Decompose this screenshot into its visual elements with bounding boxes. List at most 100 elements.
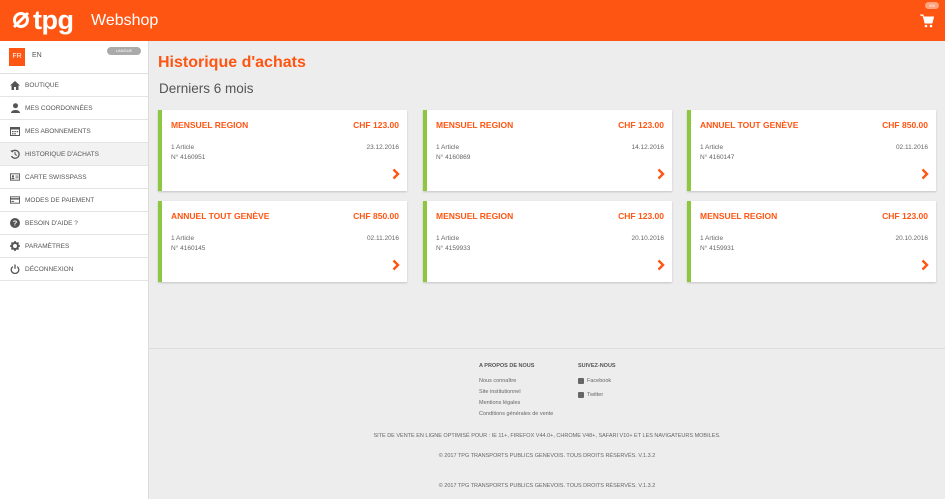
order-name: MENSUEL REGION: [171, 120, 249, 130]
order-number: N° 4159933: [436, 245, 471, 252]
cart-badge: 0%: [925, 2, 939, 9]
power-icon: [10, 264, 20, 274]
footer-link[interactable]: Conditions générales de vente: [479, 409, 553, 420]
order-article-count: 1 Article: [700, 144, 724, 151]
gear-icon: [10, 241, 20, 251]
footer-link[interactable]: Mentions légales: [479, 398, 553, 409]
twitter-label: Twitter: [587, 392, 604, 398]
order-price: CHF 850.00: [353, 211, 399, 221]
language-label-badge: LANGUE: [107, 47, 141, 55]
chevron-right-icon[interactable]: [921, 259, 929, 271]
sidebar-item-label: MES COORDONNÉES: [25, 104, 93, 112]
order-price: CHF 123.00: [618, 211, 664, 221]
order-date: 02.11.2016: [366, 235, 399, 242]
order-price: CHF 123.00: [882, 211, 928, 221]
order-date: 20.10.2016: [895, 235, 928, 242]
order-card[interactable]: MENSUEL REGION CHF 123.00 1 Article 20.1…: [687, 201, 936, 282]
order-name: ANNUEL TOUT GENÈVE: [171, 211, 270, 221]
order-date: 20.10.2016: [631, 235, 664, 242]
help-icon: ?: [10, 218, 20, 228]
order-number: N° 4160951: [171, 154, 206, 161]
app-title: Webshop: [91, 12, 159, 29]
order-card[interactable]: ANNUEL TOUT GENÈVE CHF 850.00 1 Article …: [158, 201, 407, 282]
sidebar-nav: BOUTIQUE MES COORDONNÉES MES ABONNEMENTS…: [0, 74, 148, 281]
calendar-icon: [10, 126, 20, 136]
chevron-right-icon[interactable]: [921, 168, 929, 180]
order-number: N° 4160869: [436, 154, 471, 161]
sidebar-item-label: BOUTIQUE: [25, 81, 59, 89]
chevron-right-icon[interactable]: [657, 168, 665, 180]
sidebar-item-paiement[interactable]: MODES DE PAIEMENT: [0, 189, 148, 212]
footer-link[interactable]: Nous connaître: [479, 376, 553, 387]
tpg-logo[interactable]: tpg: [12, 5, 74, 35]
order-name: MENSUEL REGION: [436, 211, 514, 221]
copyright-text-bottom: © 2017 TPG TRANSPORTS PUBLICS GENEVOIS. …: [438, 483, 656, 489]
sidebar-item-aide[interactable]: ? BESOIN D'AIDE ?: [0, 212, 148, 235]
order-article-count: 1 Article: [700, 235, 724, 242]
order-article-count: 1 Article: [171, 144, 195, 151]
sidebar-item-label: PARAMÈTRES: [25, 242, 70, 250]
order-price: CHF 123.00: [618, 120, 664, 130]
twitter-icon: [578, 392, 584, 398]
order-card[interactable]: MENSUEL REGION CHF 123.00 1 Article 23.1…: [158, 110, 407, 191]
chevron-right-icon[interactable]: [657, 259, 665, 271]
sidebar-item-label: HISTORIQUE D'ACHATS: [25, 150, 99, 158]
sidebar-item-coordonnees[interactable]: MES COORDONNÉES: [0, 97, 148, 120]
sidebar-item-abonnements[interactable]: MES ABONNEMENTS: [0, 120, 148, 143]
section-title: Derniers 6 mois: [159, 81, 254, 96]
id-card-icon: [10, 172, 20, 182]
sidebar-item-parametres[interactable]: PARAMÈTRES: [0, 235, 148, 258]
logo-text: tpg: [33, 5, 74, 35]
footer-about: A PROPOS DE NOUS Nous connaître Site ins…: [479, 363, 553, 420]
footer-follow-title: SUIVEZ-NOUS: [578, 363, 616, 369]
sidebar-item-swisspass[interactable]: CARTE SWISSPASS: [0, 166, 148, 189]
order-article-count: 1 Article: [171, 235, 195, 242]
credit-card-icon: [10, 195, 20, 205]
page-title: Historique d'achats: [158, 54, 306, 71]
sidebar-item-label: CARTE SWISSPASS: [25, 173, 87, 181]
top-bar: tpg Webshop 0%: [0, 0, 945, 41]
order-name: MENSUEL REGION: [436, 120, 514, 130]
facebook-label: Facebook: [587, 378, 612, 384]
lang-fr-button[interactable]: FR: [9, 48, 25, 66]
sidebar-item-label: MES ABONNEMENTS: [25, 127, 91, 135]
footer-about-title: A PROPOS DE NOUS: [479, 363, 535, 369]
chevron-right-icon[interactable]: [392, 168, 400, 180]
language-switcher: FR EN LANGUE: [0, 41, 148, 74]
order-card[interactable]: MENSUEL REGION CHF 123.00 1 Article 14.1…: [423, 110, 672, 191]
cart-button[interactable]: [916, 12, 938, 30]
order-number: N° 4159931: [700, 245, 735, 252]
facebook-link[interactable]: Facebook: [578, 374, 616, 388]
chevron-right-icon[interactable]: [392, 259, 400, 271]
order-date: 02.11.2016: [895, 144, 928, 151]
copyright-text: © 2017 TPG TRANSPORTS PUBLICS GENEVOIS. …: [438, 453, 656, 459]
browser-compatibility-note: SITE DE VENTE EN LIGNE OPTIMISÉ POUR : I…: [373, 433, 721, 439]
footer-link[interactable]: Site institutionnel: [479, 387, 553, 398]
order-date: 23.12.2016: [366, 144, 399, 151]
sidebar-item-label: BESOIN D'AIDE ?: [25, 219, 78, 227]
order-name: ANNUEL TOUT GENÈVE: [700, 120, 799, 130]
sidebar-item-label: DÉCONNEXION: [25, 265, 74, 273]
history-icon: [10, 149, 20, 159]
order-price: CHF 850.00: [882, 120, 928, 130]
order-article-count: 1 Article: [436, 235, 460, 242]
order-card[interactable]: MENSUEL REGION CHF 123.00 1 Article 20.1…: [423, 201, 672, 282]
footer-follow: SUIVEZ-NOUS Facebook Twitter: [578, 363, 616, 402]
lang-en-button[interactable]: EN: [32, 52, 42, 59]
sidebar-item-deconnexion[interactable]: DÉCONNEXION: [0, 258, 148, 281]
facebook-icon: [578, 378, 584, 384]
order-card[interactable]: ANNUEL TOUT GENÈVE CHF 850.00 1 Article …: [687, 110, 936, 191]
footer: A PROPOS DE NOUS Nous connaître Site ins…: [149, 348, 945, 499]
sidebar-item-historique[interactable]: HISTORIQUE D'ACHATS: [0, 143, 148, 166]
order-price: CHF 123.00: [353, 120, 399, 130]
home-icon: [10, 80, 20, 90]
order-name: MENSUEL REGION: [700, 211, 778, 221]
twitter-link[interactable]: Twitter: [578, 388, 616, 402]
sidebar-item-boutique[interactable]: BOUTIQUE: [0, 74, 148, 97]
order-number: N° 4160147: [700, 154, 735, 161]
order-number: N° 4160145: [171, 245, 206, 252]
order-article-count: 1 Article: [436, 144, 460, 151]
svg-text:?: ?: [13, 219, 18, 228]
sidebar-item-label: MODES DE PAIEMENT: [25, 196, 95, 204]
user-icon: [10, 103, 20, 113]
